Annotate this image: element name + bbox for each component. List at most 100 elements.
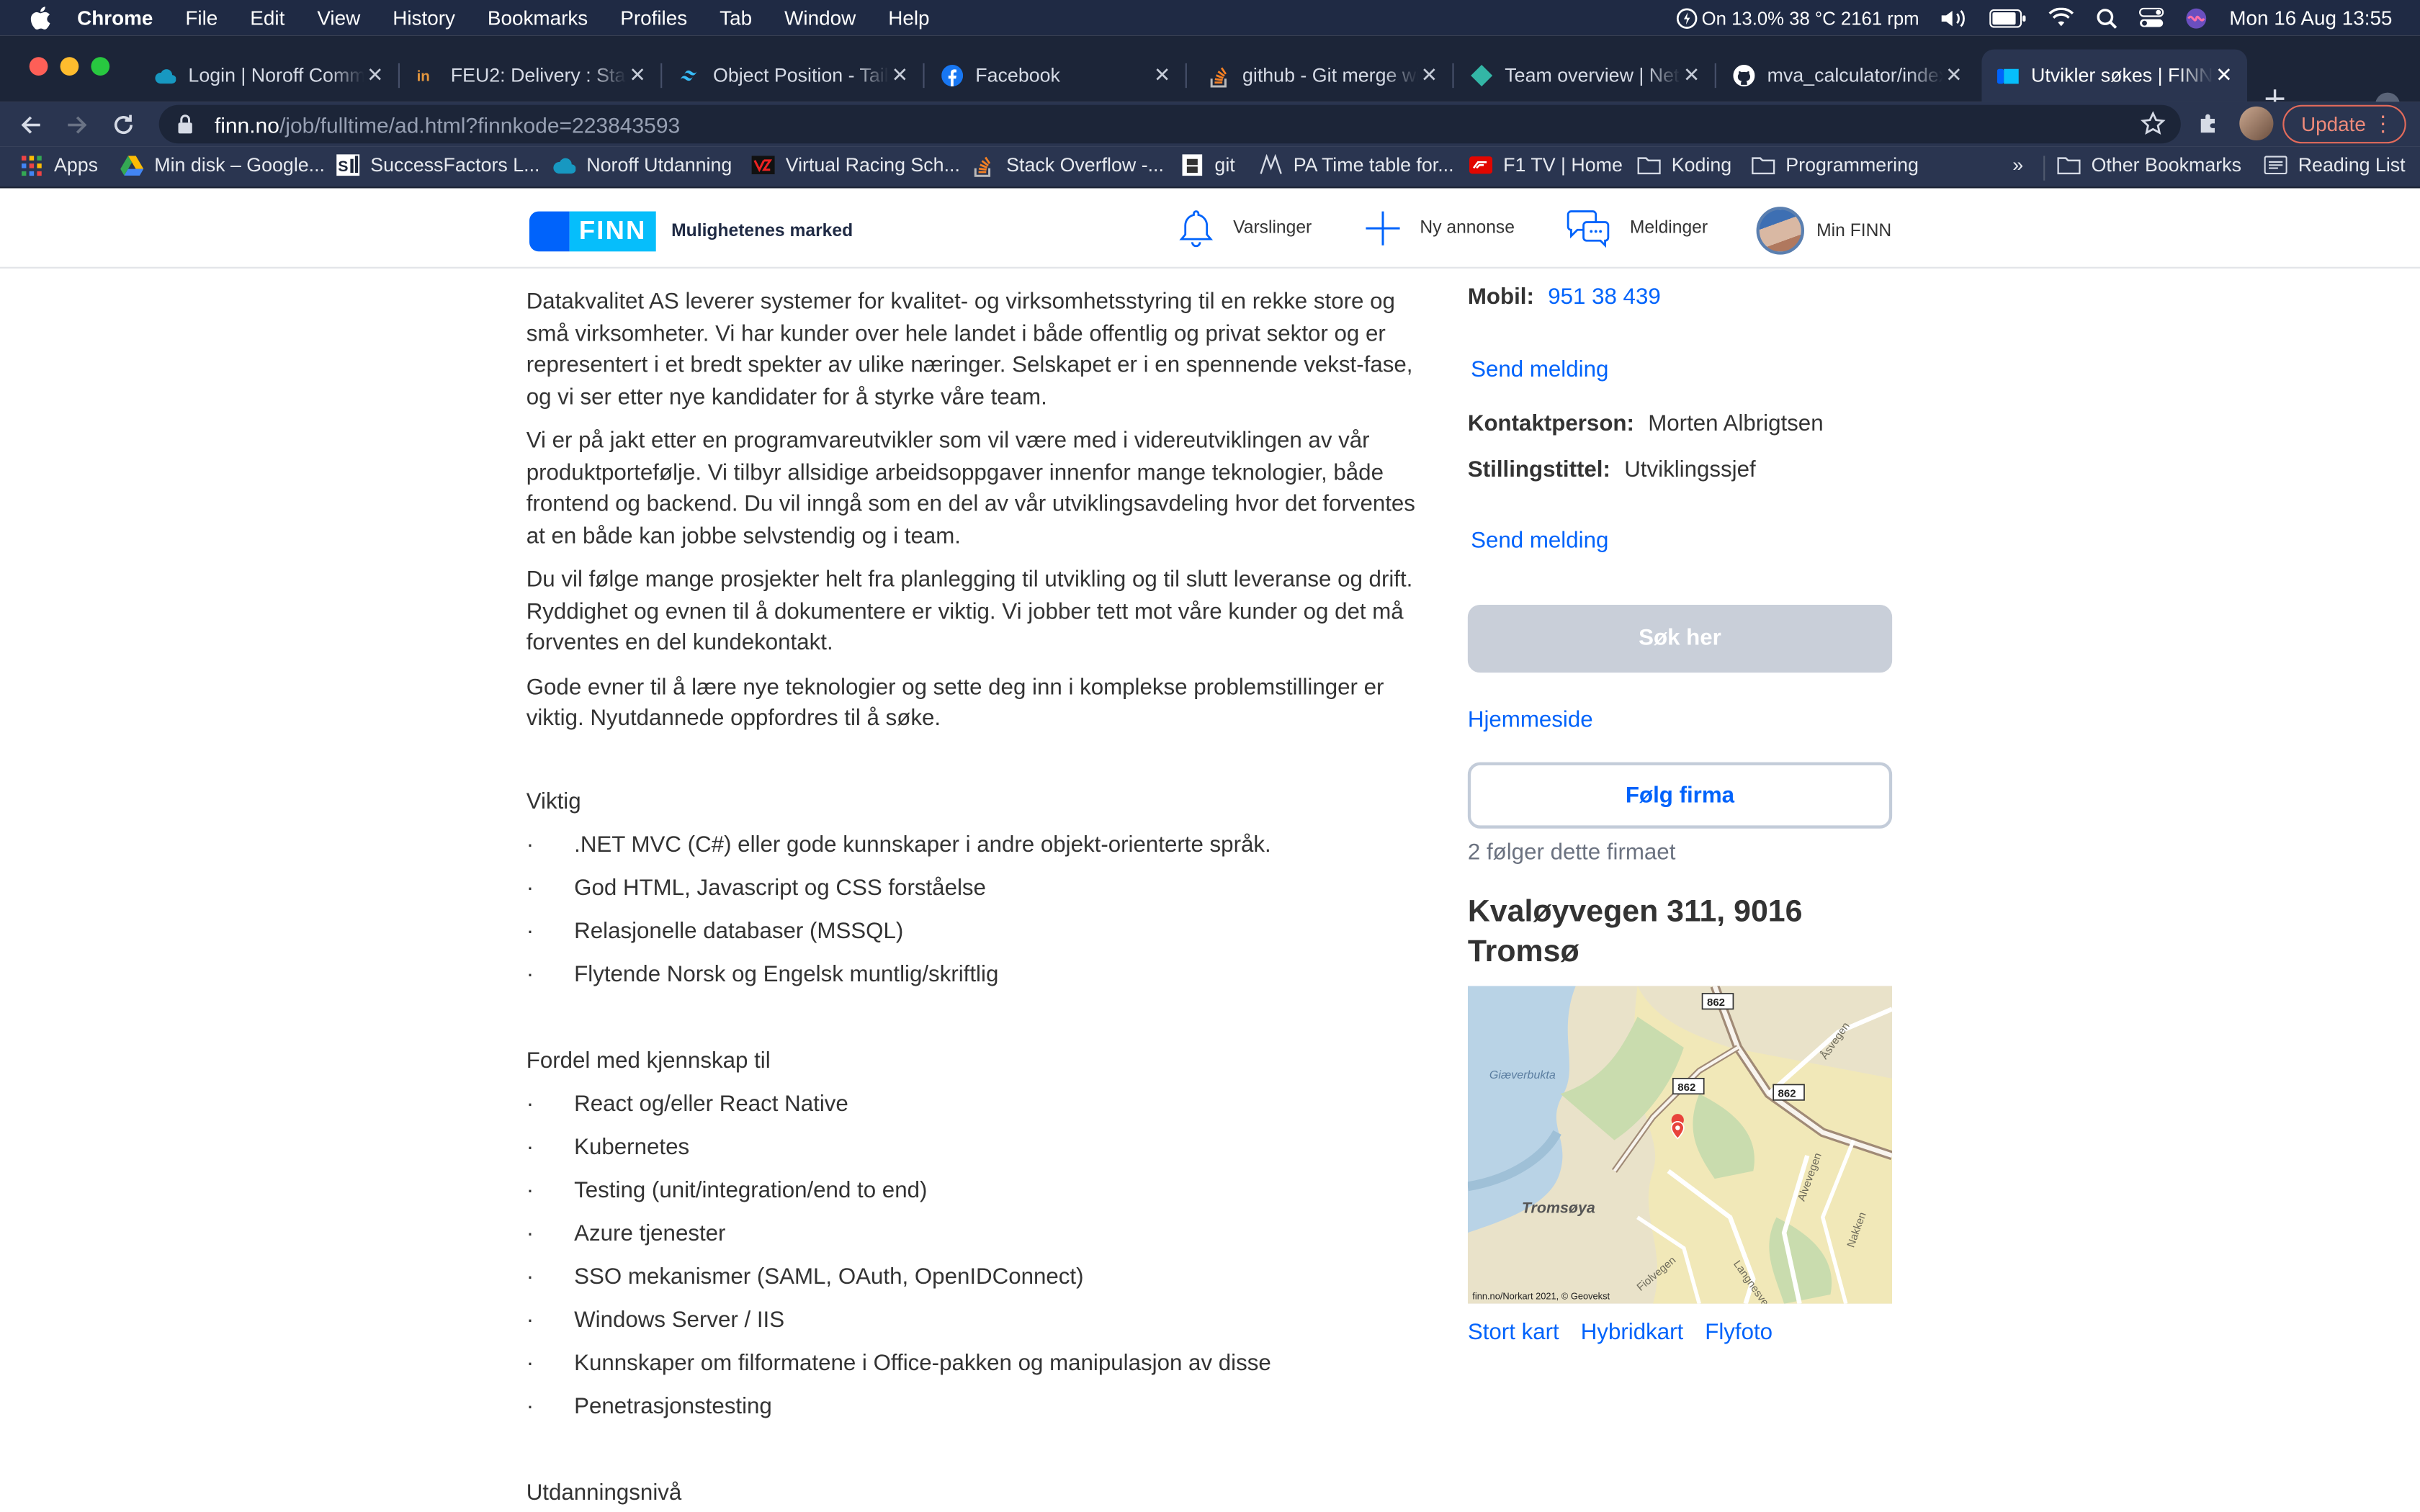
bookmarks-overflow-button[interactable]: » [2012, 154, 2023, 176]
menu-edit[interactable]: Edit [250, 6, 284, 30]
bookmark-noroff[interactable]: Noroff Utdanning [552, 154, 732, 176]
reload-button[interactable] [107, 108, 140, 142]
send-message-link[interactable]: Send melding [1471, 358, 1895, 382]
update-button[interactable]: Update ⋮ [2282, 104, 2406, 144]
contact-name: Morten Albrigtsen [1648, 412, 1824, 437]
bullet: · [526, 876, 534, 901]
close-tab-icon[interactable]: ✕ [2213, 63, 2235, 88]
tab-github-merge[interactable]: github - Git merge wi ✕ [1193, 50, 1454, 102]
extensions-puzzle-icon[interactable] [2196, 111, 2220, 143]
profile-avatar[interactable] [2239, 106, 2274, 140]
bookmark-apps[interactable]: Apps [20, 154, 98, 176]
volume-icon[interactable] [1941, 7, 1969, 29]
homepage-link[interactable]: Hjemmeside [1468, 708, 1892, 733]
bookmark-f1-tv[interactable]: F1 TV | Home [1469, 154, 1623, 176]
send-message-link-2[interactable]: Send melding [1471, 529, 1895, 554]
tab-noroff-login[interactable]: Login | Noroff Community ✕ [139, 50, 400, 102]
close-tab-icon[interactable]: ✕ [627, 63, 648, 88]
zoom-window-button[interactable] [91, 57, 110, 76]
bookmark-label: PA Time table for... [1293, 154, 1454, 176]
apple-icon[interactable] [28, 6, 53, 30]
bookmark-star-icon[interactable] [2140, 111, 2166, 140]
nav-messages[interactable]: Meldinger [1565, 208, 1708, 248]
cloud-icon [552, 154, 576, 176]
map-label: Giæverbukta [1489, 1068, 1556, 1081]
control-center-icon[interactable] [2140, 7, 2165, 28]
tab-tailwind[interactable]: Object Position - Tailwind ✕ [663, 50, 925, 102]
location-map[interactable]: 862 862 862 Giæverbukta Tromsøya Åsvegen… [1467, 986, 1893, 1304]
battery-icon[interactable] [1990, 8, 2027, 27]
menu-view[interactable]: View [317, 6, 360, 30]
reading-list-button[interactable]: Reading List [2264, 154, 2406, 176]
tab-feu2-delivery[interactable]: in FEU2: Delivery : Start ✕ [401, 50, 663, 102]
minimize-window-button[interactable] [60, 57, 79, 76]
stackoverflow-icon [1209, 65, 1230, 87]
menu-app-name[interactable]: Chrome [77, 6, 153, 30]
map-label: Tromsøya [1522, 1199, 1595, 1216]
map-link-large[interactable]: Stort kart [1468, 1320, 1559, 1345]
list-item-text: Kubernetes [574, 1135, 690, 1161]
mobile-phone-link[interactable]: 951 38 439 [1548, 285, 1661, 310]
menu-window[interactable]: Window [784, 6, 856, 30]
menu-bookmarks[interactable]: Bookmarks [488, 6, 588, 30]
map-link-hybrid[interactable]: Hybridkart [1581, 1320, 1684, 1345]
nav-alerts[interactable]: Varslinger [1178, 208, 1312, 248]
menu-history[interactable]: History [393, 6, 455, 30]
menu-profiles[interactable]: Profiles [620, 6, 687, 30]
ad-paragraph: Vi er på jakt etter en programvareutvikl… [526, 428, 1415, 549]
map-link-aerial[interactable]: Flyfoto [1705, 1320, 1773, 1345]
tab-finn-active[interactable]: Utvikler søkes | FINN ✕ [1981, 49, 2247, 102]
follow-company-button[interactable]: Følg firma [1467, 762, 1893, 829]
bookmark-label: Koding [1671, 154, 1732, 176]
section-heading-advantages: Fordel med kjennskap til [526, 1049, 771, 1074]
tab-netlify[interactable]: Team overview | Netlify ✕ [1456, 50, 1716, 102]
bookmark-git[interactable]: git [1180, 154, 1235, 176]
close-tab-icon[interactable]: ✕ [1681, 63, 1703, 88]
back-button[interactable] [14, 108, 48, 142]
close-tab-icon[interactable]: ✕ [1152, 63, 1173, 88]
bookmark-other-bookmarks[interactable]: Other Bookmarks [2057, 154, 2241, 176]
close-window-button[interactable] [29, 57, 48, 76]
bookmark-label: Stack Overflow -... [1006, 154, 1164, 176]
close-tab-icon[interactable]: ✕ [364, 63, 386, 88]
clock[interactable]: Mon 16 Aug 13:55 [2229, 6, 2392, 30]
siri-icon[interactable] [2186, 7, 2208, 29]
close-tab-icon[interactable]: ✕ [1418, 63, 1440, 88]
menu-tab[interactable]: Tab [720, 6, 752, 30]
nav-new-ad[interactable]: Ny annonse [1364, 208, 1515, 248]
bookmark-folder-koding[interactable]: Koding [1637, 154, 1732, 176]
forward-button[interactable] [60, 108, 94, 142]
tab-mva-calculator[interactable]: mva_calculator/index ✕ [1718, 50, 1977, 102]
bullet: · [526, 833, 534, 858]
spotlight-icon[interactable] [2097, 7, 2118, 29]
address-bar[interactable]: finn.no/job/fulltime/ad.html?finnkode=22… [158, 104, 2181, 144]
tab-facebook[interactable]: Facebook ✕ [926, 50, 1187, 102]
list-item: · Kubernetes [526, 1135, 689, 1160]
bookmark-pa-time-table[interactable]: PA Time table for... [1260, 154, 1454, 176]
nav-my-finn[interactable]: Min FINN [1756, 207, 1891, 255]
lock-icon[interactable] [177, 114, 192, 135]
wifi-icon[interactable] [2049, 7, 2075, 28]
bookmark-label: SuccessFactors L... [370, 154, 540, 176]
menu-help[interactable]: Help [888, 6, 929, 30]
close-tab-icon[interactable]: ✕ [889, 63, 910, 88]
nav-messages-label: Meldinger [1629, 219, 1708, 238]
close-tab-icon[interactable]: ✕ [1943, 63, 1965, 88]
menu-file[interactable]: File [185, 6, 218, 30]
mobile-row: Mobil: 951 38 439 [1468, 285, 1892, 310]
road-shield: 862 [1677, 1081, 1695, 1094]
finn-logo[interactable]: FINN Mulighetenes marked [529, 211, 853, 252]
fan-status[interactable]: On 13.0% 38 °C 2161 rpm [1675, 7, 1919, 29]
more-menu-icon[interactable]: ⋮ [2372, 111, 2394, 137]
apply-button[interactable]: Søk her [1467, 605, 1893, 673]
ad-paragraph: Datakvalitet AS leverer systemer for kva… [526, 289, 1413, 410]
bookmark-min-disk[interactable]: Min disk – Google... [120, 154, 325, 176]
bookmark-virtual-racing[interactable]: Virtual Racing Sch... [751, 154, 960, 176]
ad-description: Datakvalitet AS leverer systemer for kva… [526, 287, 1430, 748]
bookmark-stack-overflow[interactable]: Stack Overflow -... [972, 154, 1164, 176]
list-item: · God HTML, Javascript og CSS forståelse [526, 876, 986, 901]
bookmark-folder-programmering[interactable]: Programmering [1752, 154, 1919, 176]
list-item-text: .NET MVC (C#) eller gode kunnskaper i an… [574, 833, 1271, 858]
nav-new-ad-label: Ny annonse [1420, 219, 1515, 238]
bookmark-successfactors[interactable]: S SuccessFactors L... [336, 154, 539, 176]
